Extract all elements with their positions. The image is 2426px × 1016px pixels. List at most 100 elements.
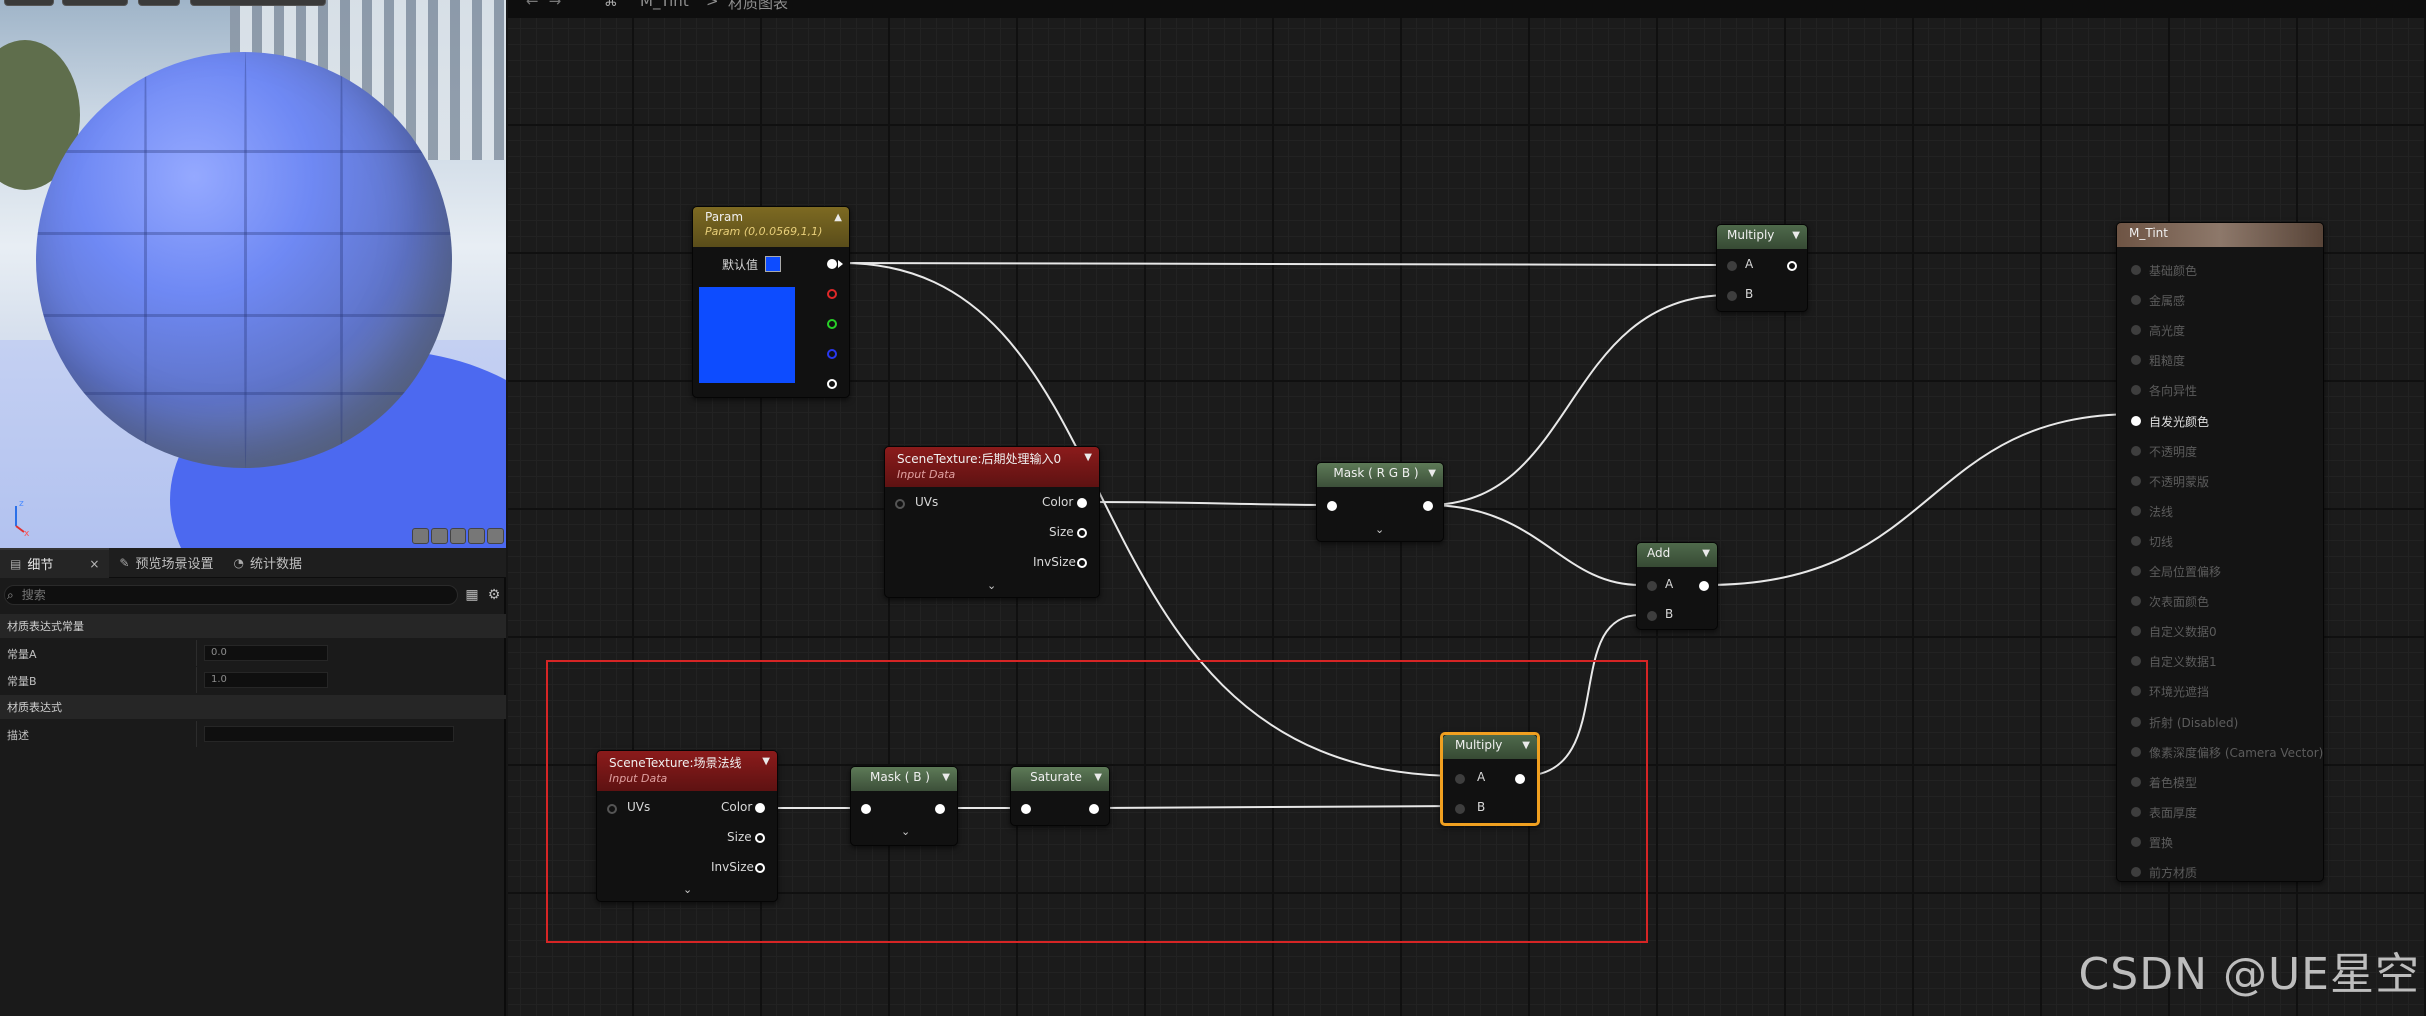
input-pin[interactable] <box>2131 505 2141 516</box>
section-header-constant[interactable]: 材质表达式常量 <box>0 614 506 638</box>
chevron-down-icon[interactable]: ⌄ <box>901 825 910 838</box>
input-pin-uvs[interactable] <box>607 804 617 814</box>
chevron-down-icon[interactable]: ⌄ <box>683 883 692 896</box>
breadcrumb-graph[interactable]: 材质图表 <box>728 0 788 13</box>
input-pin[interactable] <box>2131 295 2141 306</box>
sphere-icon[interactable] <box>430 528 448 544</box>
material-result-node[interactable]: M_Tint 基础颜色 金属感 高光度 粗糙度 各向异性 自发光颜色 不透明度 不透明蒙版 法线… <box>2116 222 2324 882</box>
chevron-down-icon[interactable]: ▼ <box>942 772 950 783</box>
chevron-down-icon[interactable]: ▼ <box>1084 452 1092 463</box>
input-pin[interactable] <box>2131 325 2141 336</box>
input-pin[interactable] <box>2131 475 2141 486</box>
input-pin-a[interactable] <box>1727 261 1737 271</box>
output-pin-a[interactable] <box>827 379 837 389</box>
input-pin[interactable] <box>2131 355 2141 366</box>
input-pin[interactable] <box>2131 566 2141 576</box>
chevron-down-icon[interactable]: ▼ <box>1702 548 1710 559</box>
chevron-down-icon[interactable]: ▼ <box>762 756 770 767</box>
chevron-down-icon[interactable]: ⌄ <box>1375 523 1384 536</box>
input-pin-a[interactable] <box>1647 581 1657 591</box>
input-pin[interactable] <box>2131 445 2141 456</box>
result-input-row[interactable]: 粗糙度 <box>2117 349 2323 371</box>
result-input-row[interactable]: 自定义数据1 <box>2117 650 2323 672</box>
result-input-row[interactable]: 像素深度偏移 (Camera Vector) <box>2117 741 2323 763</box>
input-pin[interactable] <box>2131 806 2141 817</box>
add-node[interactable]: Add ▼ A B <box>1636 542 1718 630</box>
output-pin[interactable] <box>935 804 945 814</box>
input-pin[interactable] <box>861 804 871 814</box>
breadcrumb-asset[interactable]: M_Tint <box>640 0 689 10</box>
input-pin[interactable] <box>2131 746 2141 757</box>
input-pin[interactable] <box>2131 385 2141 396</box>
viewport-camera-button[interactable] <box>62 0 128 6</box>
input-pin[interactable] <box>2131 716 2141 727</box>
const-a-input[interactable]: 0.0 <box>204 645 328 661</box>
chevron-down-icon[interactable]: ▼ <box>1792 230 1800 241</box>
input-pin[interactable] <box>2131 776 2141 787</box>
mask-b-node[interactable]: Mask ( B ) ▼ ⌄ <box>850 766 958 846</box>
input-pin[interactable] <box>2131 415 2141 426</box>
output-pin[interactable] <box>1423 501 1433 511</box>
tab-stats[interactable]: ◔ 统计数据 <box>224 548 313 578</box>
teapot-icon[interactable] <box>487 528 504 544</box>
output-pin-invsize[interactable] <box>755 863 765 873</box>
search-input[interactable] <box>19 587 457 603</box>
scene-texture-normal-node[interactable]: SceneTexture:场景法线 Input Data ▼ UVs Color… <box>596 750 778 902</box>
chevron-up-icon[interactable]: ▲ <box>834 212 842 223</box>
input-pin[interactable] <box>2131 265 2141 275</box>
input-pin[interactable] <box>1327 501 1337 511</box>
input-pin-uvs[interactable] <box>895 499 905 509</box>
chevron-down-icon[interactable]: ⌄ <box>987 579 996 592</box>
input-pin[interactable] <box>1021 804 1031 814</box>
const-b-input[interactable]: 1.0 <box>204 672 328 688</box>
output-pin[interactable] <box>827 259 837 269</box>
multiply-node[interactable]: Multiply ▼ A B <box>1716 224 1808 312</box>
nav-arrows-icon[interactable]: ←→ <box>526 0 571 10</box>
saturate-node[interactable]: Saturate ▼ <box>1010 766 1110 826</box>
tab-preview-scene-settings[interactable]: ✎ 预览场景设置 <box>109 548 223 578</box>
plane-icon[interactable] <box>449 528 467 544</box>
description-input[interactable] <box>204 726 454 742</box>
viewport-menu-button[interactable] <box>4 0 54 6</box>
chevron-down-icon[interactable]: ▼ <box>1094 772 1102 783</box>
input-pin[interactable] <box>2131 626 2141 637</box>
output-pin-g[interactable] <box>827 319 837 329</box>
default-color-swatch[interactable] <box>765 256 781 272</box>
result-input-row[interactable]: 高光度 <box>2117 319 2323 341</box>
output-pin-r[interactable] <box>827 289 837 299</box>
output-pin[interactable] <box>1089 804 1099 814</box>
output-pin-invsize[interactable] <box>1077 558 1087 568</box>
result-input-row[interactable]: 表面厚度 <box>2117 801 2323 823</box>
tab-details[interactable]: ▤ 细节 × <box>0 547 110 578</box>
result-input-row[interactable]: 环境光遮挡 <box>2117 680 2323 702</box>
input-pin[interactable] <box>2131 596 2141 607</box>
details-search-box[interactable]: ⌕ <box>4 585 458 605</box>
result-input-row[interactable]: 基础颜色 <box>2117 259 2323 281</box>
input-pin[interactable] <box>2131 867 2141 877</box>
output-pin[interactable] <box>1699 581 1709 591</box>
close-tab-icon[interactable]: × <box>89 557 99 571</box>
param-node[interactable]: Param Param (0,0.0569,1,1) ▲ 默认值 <box>692 206 850 398</box>
gear-icon[interactable]: ⚙ <box>486 587 502 603</box>
viewport-view-mode-button[interactable] <box>138 0 180 6</box>
chevron-down-icon[interactable]: ▼ <box>1428 468 1436 479</box>
input-pin-b[interactable] <box>1727 291 1737 301</box>
result-input-row[interactable]: 折射 (Disabled) <box>2117 711 2323 733</box>
result-input-row[interactable]: 置换 <box>2117 831 2323 853</box>
output-pin-b[interactable] <box>827 349 837 359</box>
result-input-row[interactable]: 各向异性 <box>2117 379 2323 401</box>
result-input-row[interactable]: 全局位置偏移 <box>2117 560 2323 582</box>
result-input-row[interactable]: 自发光颜色 <box>2117 410 2323 432</box>
output-pin-size[interactable] <box>1077 528 1087 538</box>
chevron-down-icon[interactable]: ▼ <box>1522 740 1530 751</box>
cube-icon[interactable] <box>468 528 486 544</box>
output-pin-size[interactable] <box>755 833 765 843</box>
input-pin[interactable] <box>2131 535 2141 546</box>
viewport-show-button[interactable] <box>190 0 326 6</box>
scene-texture-post-node[interactable]: SceneTexture:后期处理输入0 Input Data ▼ UVs Co… <box>884 446 1100 598</box>
input-pin-a[interactable] <box>1455 774 1465 784</box>
input-pin-b[interactable] <box>1647 611 1657 621</box>
result-input-row[interactable]: 法线 <box>2117 500 2323 522</box>
output-pin-color[interactable] <box>755 803 765 813</box>
result-input-row[interactable]: 不透明度 <box>2117 440 2323 462</box>
